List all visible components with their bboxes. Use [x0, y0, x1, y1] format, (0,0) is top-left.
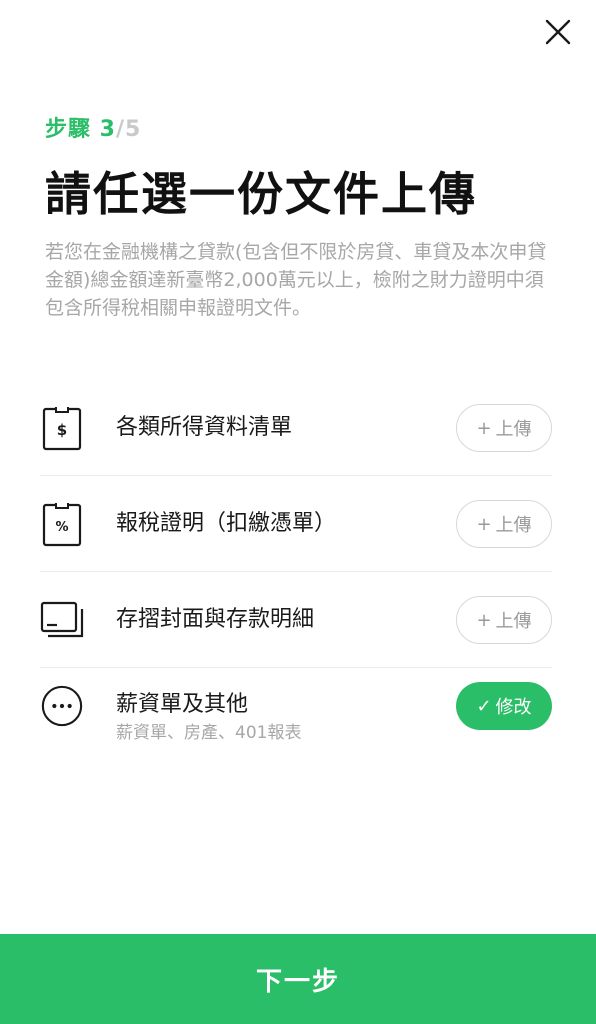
document-label: 各類所得資料清單 [116, 415, 293, 440]
upload-document-screen: 步驟 3/5 請任選一份文件上傳 若您在金融機構之貸款(包含但不限於房貸、車貸及… [0, 0, 596, 1024]
edit-button-payslip-other[interactable]: ✓ 修改 [456, 682, 552, 730]
document-row-passbook: 存摺封面與存款明細 + 上傳 [40, 572, 552, 668]
upload-button-label: 上傳 [495, 611, 532, 632]
passbook-icon [40, 596, 84, 644]
next-step-button[interactable]: 下一步 [0, 934, 596, 1024]
plus-icon: + [476, 609, 492, 631]
check-icon: ✓ [476, 695, 492, 717]
more-icon [40, 682, 84, 730]
dollar-document-icon: $ [40, 404, 84, 452]
page-description: 若您在金融機構之貸款(包含但不限於房貸、車貸及本次申貸金額)總金額達新臺幣2,0… [45, 241, 547, 319]
svg-text:%: % [55, 520, 68, 535]
plus-icon: + [476, 513, 492, 535]
close-button[interactable] [538, 12, 578, 52]
plus-icon: + [476, 417, 492, 439]
document-sublabel: 薪資單、房產、401報表 [116, 723, 302, 743]
document-label: 薪資單及其他 [116, 692, 249, 717]
upload-button-tax-proof[interactable]: + 上傳 [456, 500, 552, 548]
upload-button-passbook[interactable]: + 上傳 [456, 596, 552, 644]
document-list: $ 各類所得資料清單 + 上傳 % 報稅證明（扣繳憑單） + 上傳 存摺封面與存… [40, 380, 552, 764]
document-row-payslip-other: 薪資單及其他 薪資單、房產、401報表 ✓ 修改 [40, 668, 552, 764]
document-row-income-list: $ 各類所得資料清單 + 上傳 [40, 380, 552, 476]
close-icon [545, 19, 571, 45]
step-indicator: 步驟 3/5 [45, 116, 141, 144]
upload-button-label: 上傳 [495, 515, 532, 536]
page-title: 請任選一份文件上傳 [45, 167, 477, 221]
document-label: 存摺封面與存款明細 [116, 607, 315, 632]
step-total: 5 [125, 117, 142, 142]
document-label: 報稅證明（扣繳憑單） [116, 511, 337, 536]
percent-document-icon: % [40, 500, 84, 548]
upload-button-income-list[interactable]: + 上傳 [456, 404, 552, 452]
step-separator: / [115, 117, 126, 142]
step-current: 步驟 3 [45, 117, 116, 142]
edit-button-label: 修改 [495, 697, 532, 718]
document-row-tax-proof: % 報稅證明（扣繳憑單） + 上傳 [40, 476, 552, 572]
svg-text:$: $ [57, 421, 67, 439]
upload-button-label: 上傳 [495, 419, 532, 440]
